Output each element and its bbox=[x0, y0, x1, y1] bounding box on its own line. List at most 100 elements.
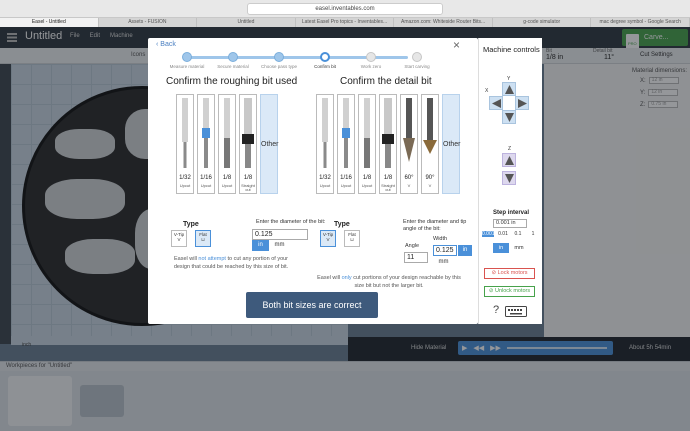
rough-unit-in[interactable]: in bbox=[252, 240, 269, 251]
browser-tabs: Easel - Untitled Assets - FUSION Untitle… bbox=[0, 18, 690, 27]
step-label: Choose pass type bbox=[260, 64, 298, 69]
wizard-progress: Measure material Secure material Choose … bbox=[170, 52, 430, 69]
v-bit-icon bbox=[423, 98, 437, 154]
bit-type: V bbox=[407, 183, 411, 188]
step-interval-input[interactable]: 0.001 in bbox=[493, 219, 527, 228]
lock-motors-button[interactable]: ⊘ Lock motors bbox=[484, 268, 535, 279]
detail-bit-option[interactable]: 1/8 Upcut bbox=[358, 94, 376, 194]
endmill-icon bbox=[202, 98, 210, 168]
browser-tab[interactable]: Assets - FUSION bbox=[99, 18, 198, 27]
axis-x-label: X bbox=[485, 88, 489, 94]
step-label: Secure material bbox=[217, 64, 249, 69]
machine-controls-panel: Machine controls Y X Z Step interval 0.0… bbox=[478, 38, 542, 324]
step-option[interactable]: 0.1 bbox=[512, 231, 524, 237]
jog-z-plus-button[interactable] bbox=[502, 153, 516, 167]
detail-unit-in[interactable]: in bbox=[458, 245, 472, 256]
detail-type-flat[interactable]: Flat ⊔ bbox=[344, 230, 360, 247]
rough-bit-option[interactable]: 1/32 Upcut bbox=[176, 94, 194, 194]
bit-type: V bbox=[428, 183, 432, 188]
step-work-zero[interactable]: Work zero bbox=[346, 52, 396, 69]
jog-z-minus-button[interactable] bbox=[502, 171, 516, 185]
back-button[interactable]: ‹ Back bbox=[156, 41, 176, 48]
unlock-motors-button[interactable]: ⊘ Unlock motors bbox=[484, 286, 535, 297]
detail-angle-input[interactable]: 11 bbox=[404, 252, 428, 263]
detail-unit-mm[interactable]: mm bbox=[435, 257, 452, 268]
browser-tab[interactable]: Latest Easel Pro topics - Inventables... bbox=[296, 18, 395, 27]
detail-type-vtip[interactable]: V-Tip V bbox=[320, 230, 336, 247]
machine-unit-in[interactable]: in bbox=[493, 243, 509, 253]
jog-x-minus-button[interactable] bbox=[489, 96, 503, 110]
browser-tab[interactable]: mac degree symbol - Google Search bbox=[591, 18, 690, 27]
note-highlight: only bbox=[341, 275, 352, 281]
jog-y-minus-button[interactable] bbox=[502, 110, 516, 124]
rough-bit-option[interactable]: 1/16 Upcut bbox=[197, 94, 215, 194]
bit-type: Straight cut bbox=[381, 183, 395, 192]
detail-bit-option[interactable]: 1/16 Upcut bbox=[337, 94, 355, 194]
browser-tab[interactable]: g-code simulator bbox=[493, 18, 592, 27]
detail-note: Easel will only cut portions of your des… bbox=[314, 274, 464, 290]
browser-tab[interactable]: Easel - Untitled bbox=[0, 18, 99, 27]
note-text: cut portions of your design reachable by… bbox=[351, 275, 461, 289]
detail-width-input[interactable]: 0.125 bbox=[433, 245, 457, 256]
type-option-label: Flat bbox=[348, 232, 356, 237]
jog-x-plus-button[interactable] bbox=[515, 96, 529, 110]
bit-size: 1/8 bbox=[383, 175, 393, 181]
browser-tab[interactable]: Untitled bbox=[197, 18, 296, 27]
bit-size: 1/8 bbox=[243, 175, 253, 181]
note-highlight: not attempt bbox=[198, 256, 226, 262]
step-option[interactable]: 0.001 bbox=[482, 231, 495, 237]
step-option[interactable]: 1 bbox=[527, 231, 539, 237]
rough-bit-other[interactable]: Other bbox=[260, 94, 279, 194]
detail-bit-option[interactable]: 1/8 Straight cut bbox=[379, 94, 397, 194]
endmill-icon bbox=[364, 98, 370, 168]
bit-size: 1/16 bbox=[340, 175, 352, 181]
bit-size: 1/8 bbox=[362, 175, 372, 181]
rough-diameter-input[interactable]: 0.125 bbox=[252, 229, 308, 240]
keyboard-icon[interactable] bbox=[505, 306, 527, 317]
step-dot bbox=[228, 52, 238, 62]
rough-note: Easel will not attempt to cut any portio… bbox=[168, 255, 294, 271]
detail-bit-option[interactable]: 1/32 Upcut bbox=[316, 94, 334, 194]
detail-bit-option[interactable]: 90° V bbox=[421, 94, 439, 194]
endmill-icon bbox=[342, 98, 350, 168]
step-confirm-bit[interactable]: Confirm bit bbox=[300, 52, 350, 69]
bit-type: Upcut bbox=[319, 183, 331, 188]
endmill-icon bbox=[322, 98, 328, 168]
detail-bit-option[interactable]: 60° V bbox=[400, 94, 418, 194]
roughing-bit-title: Confirm the roughing bit used bbox=[166, 76, 298, 87]
bit-type: Upcut bbox=[340, 183, 352, 188]
step-secure-material[interactable]: Secure material bbox=[208, 52, 258, 69]
note-text: Easel will bbox=[317, 275, 342, 281]
arrow-down-icon bbox=[504, 113, 514, 122]
close-icon[interactable]: × bbox=[453, 38, 460, 52]
bit-type: Straight cut bbox=[241, 183, 255, 192]
detail-bit-options: 1/32 Upcut 1/16 Upcut 1/8 Upcut 1/8 Stra… bbox=[316, 94, 461, 194]
step-label: Work zero bbox=[360, 64, 382, 69]
browser-tab[interactable]: Amazon.com: Whiteside Router Bits... bbox=[394, 18, 493, 27]
confirm-bits-button[interactable]: Both bit sizes are correct bbox=[246, 292, 378, 318]
roughing-bit-options: 1/32 Upcut 1/16 Upcut 1/8 Upcut 1/8 Stra… bbox=[176, 94, 279, 194]
detail-bit-other[interactable]: Other bbox=[442, 94, 461, 194]
rough-type-flat[interactable]: Flat ⊔ bbox=[195, 230, 211, 247]
rough-bit-option[interactable]: 1/8 Straight cut bbox=[239, 94, 257, 194]
url-bar[interactable]: easel.inventables.com bbox=[247, 3, 443, 15]
rough-type-label: Type bbox=[183, 221, 199, 228]
rough-bit-option[interactable]: 1/8 Upcut bbox=[218, 94, 236, 194]
rough-unit-mm[interactable]: mm bbox=[271, 240, 288, 251]
step-choose-pass-type[interactable]: Choose pass type bbox=[254, 52, 304, 69]
step-option[interactable]: 0.01 bbox=[497, 231, 509, 237]
bit-type: Upcut bbox=[361, 183, 373, 188]
note-text: Easel will bbox=[173, 256, 199, 262]
detail-angle-label: Angle bbox=[405, 243, 420, 249]
lock-label: Lock motors bbox=[497, 270, 528, 276]
type-option-label: Flat bbox=[199, 232, 207, 237]
browser-chrome: easel.inventables.com bbox=[0, 0, 690, 18]
step-label: Confirm bit bbox=[314, 64, 336, 69]
help-icon[interactable]: ? bbox=[493, 304, 499, 316]
jog-y-plus-button[interactable] bbox=[502, 82, 516, 96]
rough-type-vtip[interactable]: V-Tip V bbox=[171, 230, 187, 247]
step-measure-material[interactable]: Measure material bbox=[162, 52, 212, 69]
step-dot bbox=[274, 52, 284, 62]
machine-unit-mm[interactable]: mm bbox=[511, 243, 527, 253]
step-start-carving[interactable]: Start carving bbox=[392, 52, 442, 69]
